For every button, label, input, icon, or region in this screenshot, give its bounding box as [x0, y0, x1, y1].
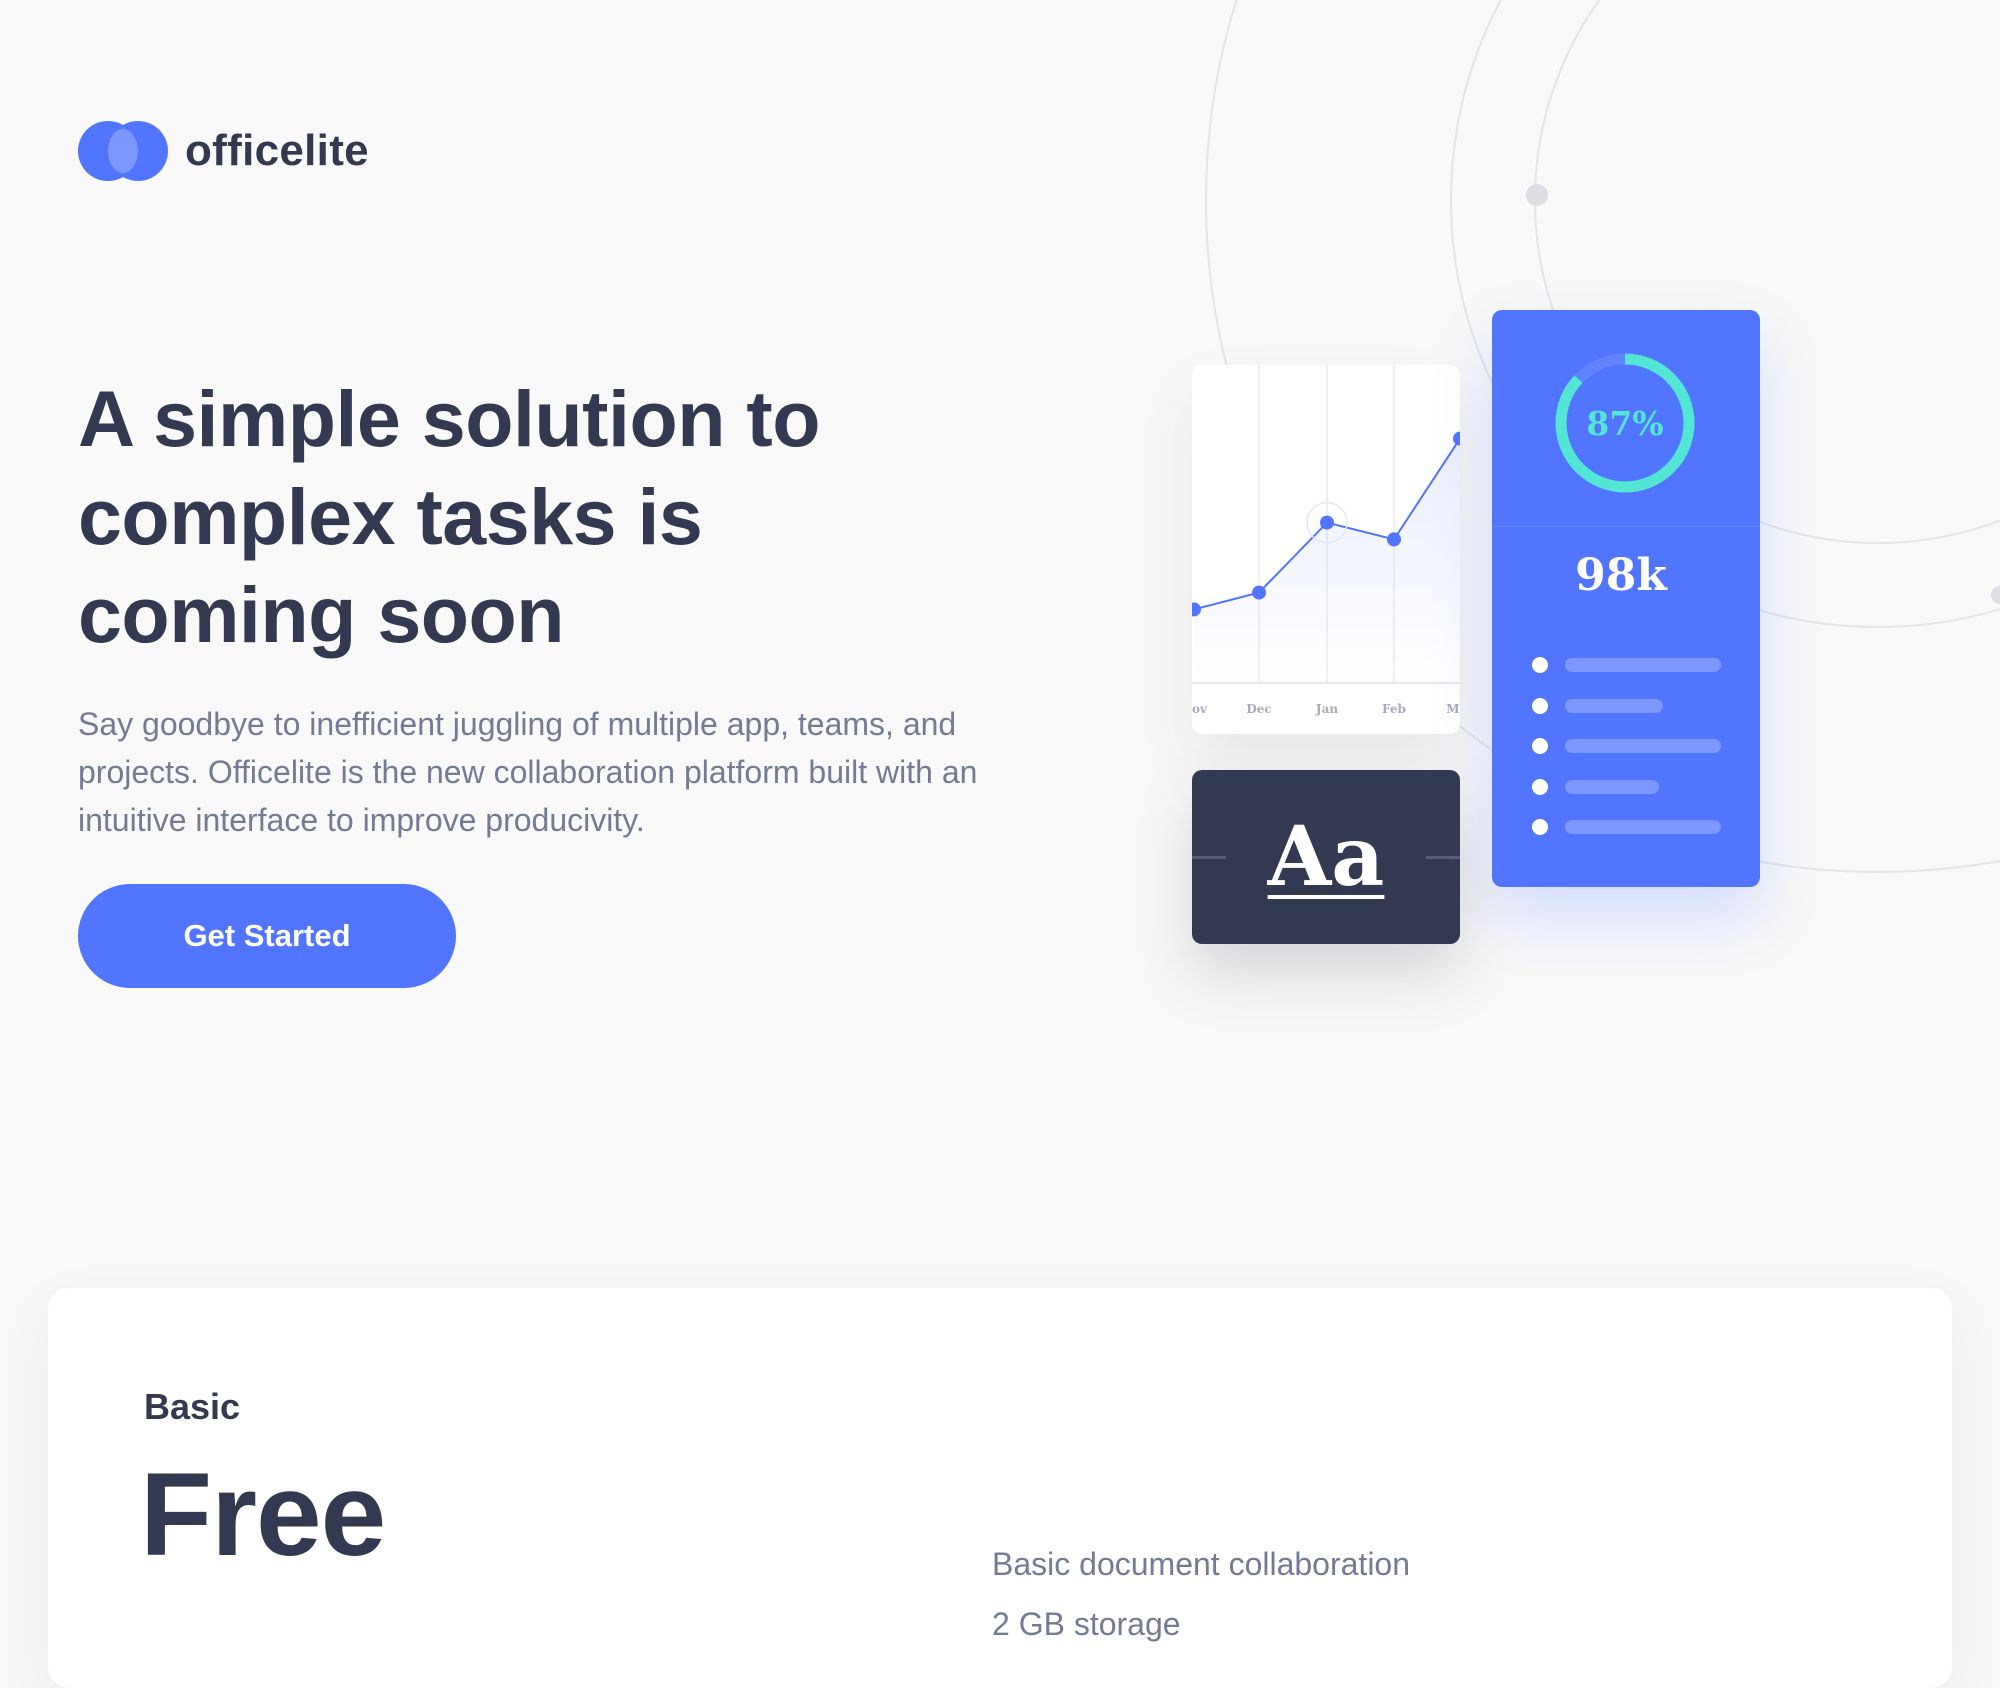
chart-point — [1387, 532, 1401, 547]
list-bullet-icon — [1532, 657, 1548, 673]
type-sample: Aa — [1267, 809, 1385, 905]
progress-percent: 87% — [1586, 403, 1664, 443]
list-bullet-icon — [1532, 697, 1548, 714]
stat-value: 98k — [1575, 550, 1667, 601]
hero-description: Say goodbye to inefficient juggling of m… — [78, 706, 978, 838]
stat-list-item — [1532, 657, 1721, 673]
chart-month-label: Mar — [1446, 702, 1460, 716]
stat-list-item — [1532, 738, 1721, 754]
stats-divider — [1492, 526, 1760, 527]
ring-dot-right — [1991, 586, 2000, 604]
chart-month-label: Nov — [1192, 702, 1208, 716]
chart-point — [1320, 515, 1334, 530]
mini-line-chart: Nov Dec Jan Feb Mar — [1192, 365, 1460, 716]
chart-month-label: Dec — [1246, 702, 1271, 716]
chart-month-label: Jan — [1315, 702, 1338, 716]
typography-card: Aa — [1192, 770, 1460, 944]
plan-features: Basic document collaboration 2 GB storag… — [992, 1534, 1410, 1654]
list-bullet-icon — [1532, 738, 1548, 754]
stat-list-item — [1532, 819, 1721, 835]
stat-list-item — [1532, 778, 1659, 795]
list-bullet-icon — [1532, 778, 1548, 795]
logo-mark-icon — [78, 120, 168, 182]
list-bullet-icon — [1532, 819, 1548, 835]
logo-wordmark: officelite — [185, 126, 369, 175]
pricing-card-basic: Basic Free Basic document collaboration … — [48, 1288, 1952, 1688]
plan-price: Free — [140, 1449, 386, 1581]
list-item-bar — [1565, 779, 1659, 794]
type-card-dash-right — [1426, 856, 1460, 859]
list-item-bar — [1565, 739, 1721, 753]
get-started-button[interactable]: Get Started — [78, 884, 456, 988]
stat-list-item — [1532, 697, 1664, 714]
logo[interactable]: officelite — [78, 120, 369, 182]
plan-feature: Basic document collaboration — [992, 1546, 1411, 1582]
plan-name: Basic — [144, 1386, 241, 1427]
chart-point — [1453, 431, 1460, 446]
type-card-dash-left — [1192, 856, 1226, 859]
list-item-bar — [1565, 658, 1721, 672]
ring-dot — [1526, 184, 1548, 206]
list-item-bar — [1565, 820, 1721, 834]
chart-card: Nov Dec Jan Feb Mar — [1192, 365, 1460, 734]
chart-point — [1252, 585, 1266, 600]
plan-feature: 2 GB storage — [992, 1606, 1181, 1642]
hero-title: A simple solution to complex tasks is co… — [78, 374, 820, 659]
list-item-bar — [1565, 698, 1664, 713]
stats-card: 87% 98k — [1492, 310, 1760, 887]
chart-month-label: Feb — [1382, 702, 1406, 716]
